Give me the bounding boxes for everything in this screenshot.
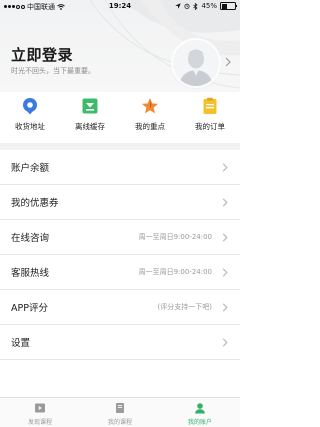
menu-item-title: 设置: [11, 338, 31, 349]
menu-item-coupons[interactable]: 我的优惠券: [0, 185, 240, 220]
quick-action-favorites[interactable]: 我的重点: [120, 94, 180, 138]
menu-item-note: 周一至周日9:00-24:00: [138, 268, 212, 276]
battery-icon: [220, 2, 237, 10]
menu-item-title: 账户余额: [11, 163, 50, 174]
status-right: 45%: [175, 2, 237, 10]
status-bar: 中国联通 19:24 45%: [0, 0, 240, 14]
chevron-right-icon: [222, 198, 228, 207]
menu-list: 账户余额 我的优惠券 在线咨询 周一至周日9:00-24:00 客服热线 周一至…: [0, 150, 240, 360]
tab-bar: 发现课程 我的课程 我的账户: [0, 397, 240, 427]
avatar[interactable]: [173, 40, 219, 86]
quick-action-label: 我的订单: [195, 122, 225, 131]
chevron-right-icon: [222, 233, 228, 242]
quick-action-address[interactable]: 收货地址: [0, 94, 60, 138]
tab-label: 发现课程: [27, 419, 52, 426]
chevron-right-icon: [222, 268, 228, 277]
order-icon: [203, 97, 217, 114]
battery-level: [221, 3, 227, 9]
chevron-right-icon: [222, 163, 228, 172]
quick-action-label: 离线缓存: [75, 122, 105, 131]
quick-action-offline-cache[interactable]: 离线缓存: [60, 94, 120, 138]
user-icon: [195, 403, 205, 414]
menu-item-title: 在线咨询: [11, 233, 50, 244]
quick-action-orders[interactable]: 我的订单: [180, 94, 240, 138]
menu-item-settings[interactable]: 设置: [0, 325, 240, 360]
menu-item-title: 客服热线: [11, 268, 50, 279]
chevron-right-icon: [222, 338, 228, 347]
login-chevron-icon[interactable]: [224, 57, 232, 67]
star-icon: [142, 98, 158, 114]
bluetooth-icon: [193, 2, 198, 10]
location-pin-icon: [23, 98, 37, 115]
quick-action-label: 收货地址: [15, 122, 45, 131]
download-icon: [82, 98, 98, 114]
section-divider: [0, 143, 240, 150]
menu-item-online-consult[interactable]: 在线咨询 周一至周日9:00-24:00: [0, 220, 240, 255]
login-subtitle: 时光不回头，当下最重要。: [11, 67, 95, 75]
video-play-icon: [35, 403, 45, 413]
tab-label: 我的课程: [107, 419, 132, 426]
chevron-right-icon: [222, 303, 228, 312]
menu-item-title: 我的优惠券: [11, 198, 59, 209]
menu-item-balance[interactable]: 账户余额: [0, 150, 240, 185]
login-title[interactable]: 立即登录: [11, 44, 73, 65]
quick-action-label: 我的重点: [135, 122, 165, 131]
tab-my-courses[interactable]: 我的课程: [80, 398, 160, 427]
tab-my-account[interactable]: 我的账户: [160, 398, 240, 427]
tab-discover-courses[interactable]: 发现课程: [0, 398, 80, 427]
menu-item-note: 周一至周日9:00-24:00: [138, 233, 212, 241]
alarm-icon: [184, 3, 190, 9]
quick-actions: 收货地址 离线缓存 我的重点 我的订单: [0, 94, 240, 138]
location-arrow-icon: [175, 3, 182, 9]
battery-percent: 45%: [201, 2, 217, 10]
menu-item-app-rating[interactable]: APP评分 (评分支持一下吧): [0, 290, 240, 325]
menu-item-title: APP评分: [11, 303, 48, 314]
account-page: 中国联通 19:24 45% 立即登录 时光不回头，当下最重要。 收货地址 离线…: [0, 0, 240, 427]
book-icon: [116, 403, 124, 413]
menu-item-note: (评分支持一下吧): [157, 303, 212, 311]
tab-label: 我的账户: [187, 419, 212, 426]
user-avatar-icon: [173, 40, 219, 86]
menu-item-hotline[interactable]: 客服热线 周一至周日9:00-24:00: [0, 255, 240, 290]
